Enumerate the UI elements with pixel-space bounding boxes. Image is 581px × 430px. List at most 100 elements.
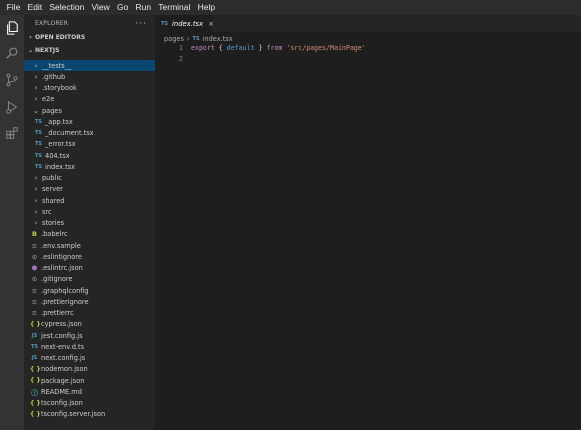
- tree-item[interactable]: › shared: [24, 195, 155, 206]
- tree-item-label: public: [42, 174, 62, 183]
- tree-item[interactable]: › __tests__: [24, 60, 155, 72]
- tree-item[interactable]: { } nodemon.json: [24, 364, 155, 375]
- tree-item[interactable]: › .storybook: [24, 83, 155, 94]
- menu-selection[interactable]: Selection: [46, 0, 88, 15]
- tree-item[interactable]: ⊙ .eslintignore: [24, 251, 155, 262]
- tree-item[interactable]: JS next.config.js: [24, 353, 155, 364]
- tree-item-label: .eslintignore: [41, 252, 82, 261]
- json-icon: { }: [30, 399, 41, 407]
- typescript-icon: TS: [34, 152, 42, 159]
- tree-item[interactable]: › stories: [24, 218, 155, 229]
- settings-file-icon: ≡: [31, 241, 38, 250]
- tree-item[interactable]: { } package.json: [24, 375, 155, 386]
- settings-file-icon: ≡: [31, 309, 38, 318]
- tree-item[interactable]: ≡ .env.sample: [24, 240, 155, 251]
- tab-bar: TS index.tsx ×: [155, 15, 581, 32]
- tree-item[interactable]: TS 404.tsx: [24, 150, 155, 161]
- babel-icon: B: [32, 230, 37, 239]
- tree-item[interactable]: ⊙ .gitignore: [24, 274, 155, 285]
- tree-item-label: .prettierignore: [41, 297, 89, 306]
- code-editor[interactable]: 1 2 export { default } from 'src/pages/M…: [155, 43, 581, 430]
- code-line: export { default } from 'src/pages/MainP…: [191, 44, 366, 52]
- tree-item[interactable]: ⌄ pages: [24, 105, 155, 116]
- tree-item[interactable]: ≡ .prettierignore: [24, 296, 155, 307]
- tree-item[interactable]: › .github: [24, 71, 155, 82]
- menu-view[interactable]: View: [88, 0, 113, 15]
- tree-item-label: README.md: [41, 387, 82, 396]
- menu-run[interactable]: Run: [132, 0, 155, 15]
- tree-item[interactable]: › src: [24, 206, 155, 217]
- tab-index-tsx[interactable]: TS index.tsx ×: [155, 15, 214, 32]
- breadcrumb-folder[interactable]: pages: [164, 35, 184, 43]
- menu-help[interactable]: Help: [194, 0, 219, 15]
- explorer-title: EXPLORER: [35, 20, 69, 27]
- chevron-right-icon: ›: [34, 72, 38, 81]
- tree-item[interactable]: ⬢ .eslintrc.json: [24, 263, 155, 274]
- tree-item[interactable]: ⓘ README.md: [24, 386, 155, 397]
- tree-item-label: tsconfig.json: [41, 399, 83, 408]
- tree-item[interactable]: { } tsconfig.server.json: [24, 409, 155, 420]
- tree-item-label: jest.config.js: [41, 331, 83, 340]
- tree-item-label: shared: [42, 196, 65, 205]
- ignore-file-icon: ⊙: [31, 252, 38, 261]
- tree-item[interactable]: › e2e: [24, 94, 155, 105]
- source-control-icon[interactable]: [3, 71, 21, 89]
- chevron-down-icon: ⌄: [33, 106, 39, 115]
- typescript-icon: TS: [34, 163, 42, 170]
- tree-item[interactable]: › public: [24, 173, 155, 184]
- tree-item[interactable]: { } tsconfig.json: [24, 398, 155, 409]
- tree-item-label: next-env.d.ts: [41, 342, 85, 351]
- tree-item-label: .gitignore: [41, 275, 73, 284]
- project-section[interactable]: ⌄ NEXTJS: [24, 45, 155, 56]
- open-editors-section[interactable]: › OPEN EDITORS: [24, 32, 155, 43]
- tree-item-label: .prettierrc: [41, 309, 74, 318]
- tree-item-label: 404.tsx: [45, 151, 70, 160]
- tree-item-label: package.json: [41, 376, 85, 385]
- tree-item[interactable]: JS jest.config.js: [24, 330, 155, 341]
- menu-edit[interactable]: Edit: [24, 0, 46, 15]
- tree-item[interactable]: TS _error.tsx: [24, 139, 155, 150]
- json-icon: { }: [30, 365, 41, 373]
- explorer-header: EXPLORER ···: [24, 15, 155, 32]
- tree-item[interactable]: TS next-env.d.ts: [24, 341, 155, 352]
- breadcrumb-file[interactable]: index.tsx: [203, 35, 233, 43]
- tree-item[interactable]: TS index.tsx: [24, 161, 155, 172]
- close-icon[interactable]: ×: [208, 20, 214, 28]
- tree-item-label: server: [42, 185, 63, 194]
- code-token: }: [254, 44, 267, 52]
- tab-label: index.tsx: [172, 19, 204, 28]
- menu-go[interactable]: Go: [113, 0, 132, 15]
- code-token: default: [226, 44, 255, 52]
- chevron-right-icon: ›: [34, 61, 38, 70]
- search-icon[interactable]: [3, 44, 21, 62]
- extensions-icon[interactable]: [3, 124, 21, 142]
- code-token: export: [191, 44, 215, 52]
- menu-file[interactable]: File: [3, 0, 24, 15]
- chevron-right-icon: ›: [34, 219, 38, 228]
- chevron-right-icon: ›: [34, 95, 38, 104]
- tree-item[interactable]: { } cypress.json: [24, 319, 155, 330]
- open-editors-label: OPEN EDITORS: [35, 34, 86, 41]
- tree-item[interactable]: ≡ .graphqlconfig: [24, 285, 155, 296]
- json-icon: { }: [30, 377, 41, 385]
- explorer-icon[interactable]: [3, 19, 21, 37]
- typescript-icon: TS: [30, 343, 38, 350]
- code-token: from: [266, 44, 283, 52]
- tree-item-label: nodemon.json: [41, 365, 88, 374]
- chevron-right-icon: ›: [29, 34, 32, 41]
- tree-item[interactable]: TS _app.tsx: [24, 116, 155, 127]
- tree-item[interactable]: TS _document.tsx: [24, 128, 155, 139]
- info-icon: ⓘ: [31, 388, 38, 397]
- ignore-file-icon: ⊙: [31, 275, 38, 284]
- more-actions-icon[interactable]: ···: [135, 19, 147, 29]
- run-debug-icon[interactable]: [3, 98, 21, 116]
- tree-item-label: .github: [42, 72, 66, 81]
- chevron-right-icon: ›: [186, 34, 190, 43]
- tree-item[interactable]: › server: [24, 184, 155, 195]
- typescript-icon: TS: [161, 20, 169, 27]
- activity-bar: [0, 15, 24, 430]
- tree-item[interactable]: B .babelrc: [24, 229, 155, 240]
- tree-item-label: stories: [42, 219, 65, 228]
- tree-item[interactable]: ≡ .prettierrc: [24, 308, 155, 319]
- menu-terminal[interactable]: Terminal: [155, 0, 194, 15]
